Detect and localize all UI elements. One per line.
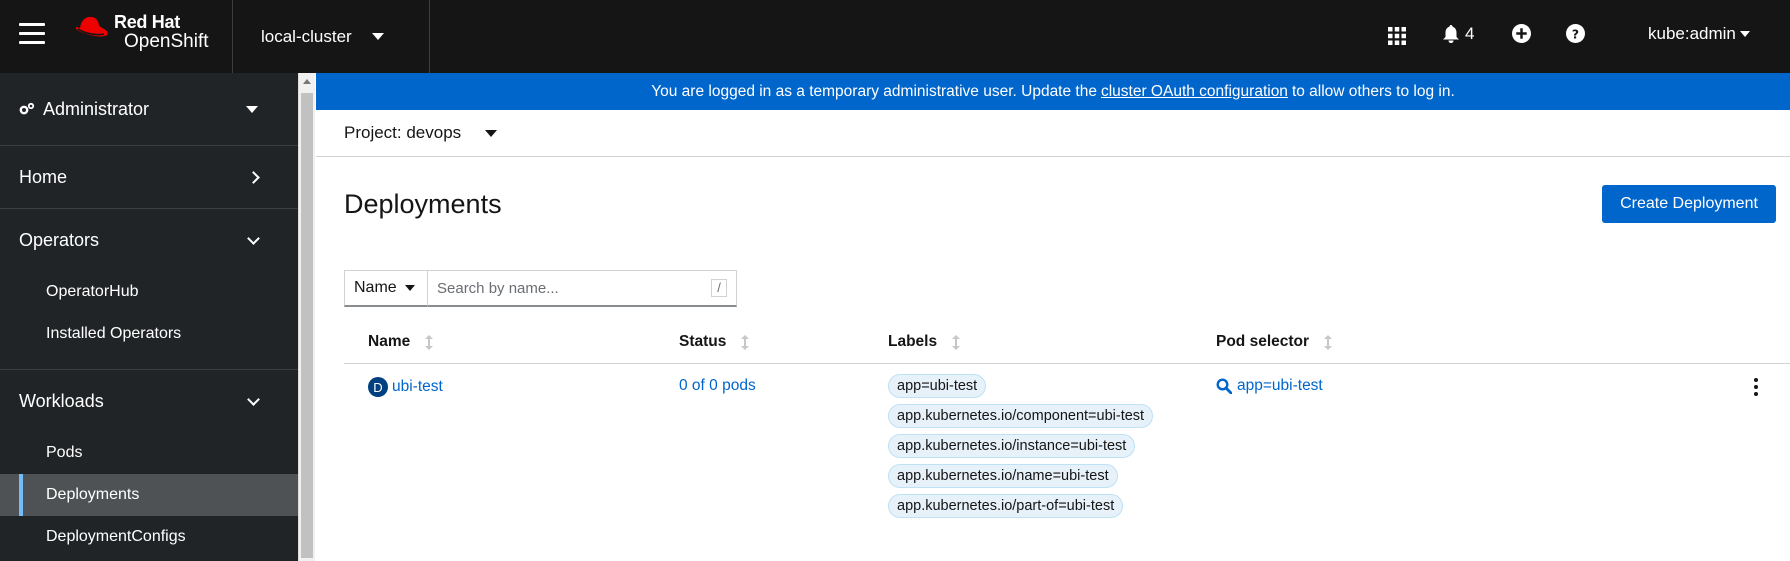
sort-icon: [425, 334, 434, 350]
main-content: You are logged in as a temporary adminis…: [316, 73, 1790, 561]
table-header: Name Status Labels Pod selector: [344, 320, 1790, 364]
create-deployment-button[interactable]: Create Deployment: [1602, 185, 1776, 223]
column-header-labels[interactable]: Labels: [888, 333, 961, 351]
pod-selector-link[interactable]: app=ubi-test: [1237, 377, 1323, 395]
cogs-icon: [19, 102, 35, 115]
bell-icon: [1443, 25, 1459, 43]
sidebar-item-operatorhub[interactable]: OperatorHub: [0, 271, 298, 313]
hamburger-icon[interactable]: [19, 23, 45, 45]
column-header-label: Labels: [888, 333, 938, 350]
column-header-label: Status: [679, 333, 727, 350]
deployment-name-link[interactable]: ubi-test: [392, 378, 443, 395]
banner-text: You are logged in as a temporary adminis…: [651, 82, 1097, 100]
column-header-label: Pod selector: [1216, 333, 1310, 350]
sidebar-item-deploymentconfigs[interactable]: DeploymentConfigs: [0, 516, 298, 558]
caret-down-icon: [405, 285, 415, 291]
label-chip[interactable]: app.kubernetes.io/instance=ubi-test: [888, 434, 1136, 458]
help-icon[interactable]: ?: [1566, 24, 1585, 43]
user-menu[interactable]: kube:admin: [1648, 24, 1750, 44]
svg-text:?: ?: [1572, 27, 1579, 41]
redhat-openshift-logo[interactable]: Red Hat OpenShift: [72, 12, 209, 52]
nav-group-operators[interactable]: Operators: [0, 209, 298, 271]
nav-group-label: Home: [19, 166, 68, 187]
plus-circle-icon[interactable]: [1512, 24, 1531, 43]
caret-down-icon: [371, 33, 384, 40]
nav-group-workloads[interactable]: Workloads: [0, 370, 298, 432]
filter-type-label: Name: [354, 279, 397, 296]
app-launcher-icon[interactable]: [1388, 27, 1406, 45]
table-row: Dubi-test 0 of 0 pods app=ubi-test app.k…: [344, 364, 1790, 561]
label-chip[interactable]: app.kubernetes.io/component=ubi-test: [888, 404, 1154, 428]
sidebar-item-pods[interactable]: Pods: [0, 432, 298, 474]
banner-text-end: to allow others to log in.: [1291, 82, 1455, 100]
pod-status-link[interactable]: 0 of 0 pods: [679, 377, 756, 394]
deployment-badge-icon: D: [368, 377, 388, 397]
scrollbar-thumb[interactable]: [301, 93, 313, 558]
kebab-menu-icon[interactable]: [1754, 378, 1760, 399]
chevron-right-icon: [247, 170, 260, 184]
brand-line2: OpenShift: [124, 31, 209, 52]
brand-line1: Red Hat: [114, 12, 180, 32]
project-label: Project: devops: [344, 123, 462, 142]
label-chip[interactable]: app.kubernetes.io/part-of=ubi-test: [888, 494, 1124, 518]
sidebar: Administrator Home Operators OperatorHub…: [0, 73, 298, 561]
keyboard-shortcut-hint: /: [711, 279, 727, 297]
admin-banner: You are logged in as a temporary adminis…: [316, 73, 1790, 110]
perspective-label: Administrator: [43, 98, 150, 119]
labels-cell: app=ubi-test app.kubernetes.io/component…: [888, 374, 1154, 524]
filter-type-dropdown[interactable]: Name: [344, 270, 428, 307]
nav-group-label: Operators: [19, 229, 100, 250]
caret-down-icon: [246, 105, 258, 113]
caret-down-icon: [1739, 31, 1750, 37]
sort-icon: [1324, 334, 1333, 350]
user-name: kube:admin: [1648, 24, 1736, 43]
filter-toolbar: Name /: [344, 270, 737, 307]
cluster-selector[interactable]: local-cluster: [232, 0, 430, 73]
column-header-name[interactable]: Name: [368, 333, 434, 351]
nav-group-home[interactable]: Home: [0, 146, 298, 208]
sidebar-item-deployments[interactable]: Deployments: [0, 474, 298, 516]
chevron-down-icon: [247, 231, 260, 245]
status-cell: 0 of 0 pods: [679, 377, 756, 395]
deployments-table: Name Status Labels Pod selector Dubi-tes…: [344, 320, 1790, 561]
label-chip[interactable]: app.kubernetes.io/name=ubi-test: [888, 464, 1118, 488]
sort-icon: [741, 334, 750, 350]
oauth-config-link[interactable]: cluster OAuth configuration: [1101, 83, 1288, 101]
column-header-label: Name: [368, 333, 411, 350]
name-cell: Dubi-test: [368, 377, 443, 397]
search-input[interactable]: [428, 271, 736, 305]
red-hat-icon: [75, 16, 108, 37]
caret-down-icon: [485, 129, 498, 137]
label-chip[interactable]: app=ubi-test: [888, 374, 987, 398]
chevron-down-icon: [247, 392, 260, 406]
sort-icon: [952, 334, 961, 350]
pod-selector-cell: app=ubi-test: [1216, 377, 1323, 395]
project-selector[interactable]: Project: devops: [316, 110, 1790, 157]
masthead: Red Hat OpenShift local-cluster 4 ? kube…: [0, 0, 1790, 73]
notifications-button[interactable]: 4: [1443, 24, 1474, 44]
notification-count: 4: [1465, 24, 1475, 43]
column-header-status[interactable]: Status: [679, 333, 750, 351]
sidebar-item-installed-operators[interactable]: Installed Operators: [0, 313, 298, 355]
cluster-name: local-cluster: [261, 26, 352, 46]
search-icon: [1216, 378, 1232, 394]
nav-group-label: Workloads: [19, 390, 104, 411]
sidebar-scrollbar[interactable]: [298, 73, 315, 561]
perspective-switcher[interactable]: Administrator: [0, 73, 298, 145]
search-field: /: [428, 270, 737, 307]
page-title: Deployments: [344, 189, 502, 219]
scroll-up-arrow-icon[interactable]: [303, 79, 311, 84]
column-header-pod-selector[interactable]: Pod selector: [1216, 333, 1333, 351]
